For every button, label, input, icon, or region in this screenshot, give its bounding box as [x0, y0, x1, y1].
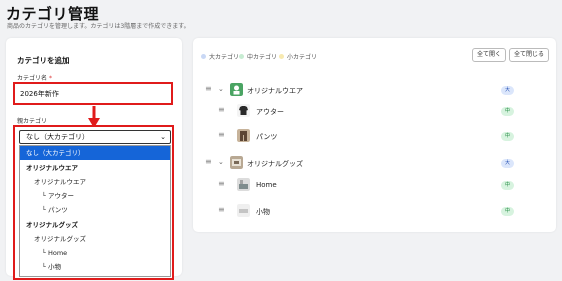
category-name-highlight	[13, 82, 173, 105]
tree-row-label: パンツ	[256, 133, 278, 141]
tree-row-outer[interactable]: ≡ アウター 中	[193, 103, 556, 121]
category-name-label-text: カテゴリ名	[17, 75, 48, 82]
tree-row-label: オリジナルウエア	[247, 87, 303, 95]
legend-mid: 中カテゴリ	[239, 52, 277, 61]
option-outer[interactable]: └ アウター	[20, 189, 170, 203]
category-name-label: カテゴリ名 *	[17, 73, 52, 82]
category-thumbnail	[237, 178, 250, 191]
chevron-down-icon[interactable]: ⌄	[218, 85, 224, 93]
chevron-down-icon: ⌄	[160, 133, 166, 141]
level-badge: 大	[501, 86, 514, 95]
category-thumbnail	[230, 83, 243, 96]
legend-mid-dot	[239, 54, 244, 59]
category-thumbnail	[237, 129, 250, 142]
tree-row-home[interactable]: ≡ Home 中	[193, 177, 556, 195]
option-home[interactable]: └ Home	[20, 246, 170, 260]
tree-row-label: 小物	[256, 208, 270, 216]
level-badge: 中	[501, 107, 514, 116]
legend-mid-label: 中カテゴリ	[247, 54, 278, 61]
option-group-wear: オリジナルウエア	[26, 164, 78, 172]
category-thumbnail	[230, 156, 243, 169]
level-badge: 中	[501, 181, 514, 190]
add-category-title: カテゴリを追加	[17, 56, 70, 65]
tree-row-komono[interactable]: ≡ 小物 中	[193, 203, 556, 221]
option-wear[interactable]: オリジナルウエア	[20, 175, 170, 189]
tree-row-label: アウター	[256, 108, 284, 116]
option-goods[interactable]: オリジナルグッズ	[20, 232, 170, 246]
parent-category-selected-text: なし（大カテゴリ）	[26, 133, 89, 141]
drag-handle-icon[interactable]: ≡	[205, 157, 212, 166]
drag-handle-icon[interactable]: ≡	[218, 105, 225, 114]
legend-large-dot	[201, 54, 206, 59]
parent-category-label: 親カテゴリ	[17, 118, 48, 125]
category-thumbnail	[237, 104, 250, 117]
legend-large: 大カテゴリ	[201, 52, 239, 61]
level-badge: 中	[501, 207, 514, 216]
parent-category-options: なし（大カテゴリ） オリジナルウエア オリジナルウエア └ アウター └ パンツ…	[19, 145, 171, 277]
tree-row-pants[interactable]: ≡ パンツ 中	[193, 128, 556, 146]
collapse-all-button[interactable]: 全て閉じる	[509, 48, 549, 62]
option-komono[interactable]: └ 小物	[20, 260, 170, 274]
parent-category-select[interactable]: なし（大カテゴリ） ⌄	[19, 130, 171, 144]
category-tree-card: 大カテゴリ 中カテゴリ 小カテゴリ 全て開く 全て閉じる ≡ ⌄ オリジナルウエ…	[193, 38, 556, 232]
category-thumbnail	[237, 204, 250, 217]
required-mark: *	[48, 75, 52, 82]
drag-handle-icon[interactable]: ≡	[205, 84, 212, 93]
option-none[interactable]: なし（大カテゴリ）	[20, 146, 170, 160]
tree-row-goods[interactable]: ≡ ⌄ オリジナルグッズ 大	[193, 155, 556, 173]
legend-small: 小カテゴリ	[279, 52, 317, 61]
level-badge: 大	[501, 159, 514, 168]
drag-handle-icon[interactable]: ≡	[218, 205, 225, 214]
tree-row-label: オリジナルグッズ	[247, 160, 303, 168]
drag-handle-icon[interactable]: ≡	[218, 179, 225, 188]
legend-small-label: 小カテゴリ	[287, 54, 318, 61]
category-name-input[interactable]	[20, 88, 166, 100]
tree-row-wear[interactable]: ≡ ⌄ オリジナルウエア 大	[193, 82, 556, 100]
option-group-goods: オリジナルグッズ	[26, 221, 78, 229]
chevron-down-icon[interactable]: ⌄	[218, 158, 224, 166]
legend-small-dot	[279, 54, 284, 59]
tree-row-label: Home	[256, 181, 277, 189]
drag-handle-icon[interactable]: ≡	[218, 130, 225, 139]
option-pants[interactable]: └ パンツ	[20, 203, 170, 217]
expand-all-button[interactable]: 全て開く	[472, 48, 506, 62]
page-subtitle: 商品のカテゴリを管理します。カテゴリは3階層まで作成できます。	[7, 23, 190, 30]
level-badge: 中	[501, 132, 514, 141]
parent-category-highlight: なし（大カテゴリ） ⌄ なし（大カテゴリ） オリジナルウエア オリジナルウエア …	[13, 125, 174, 280]
legend-large-label: 大カテゴリ	[209, 54, 240, 61]
